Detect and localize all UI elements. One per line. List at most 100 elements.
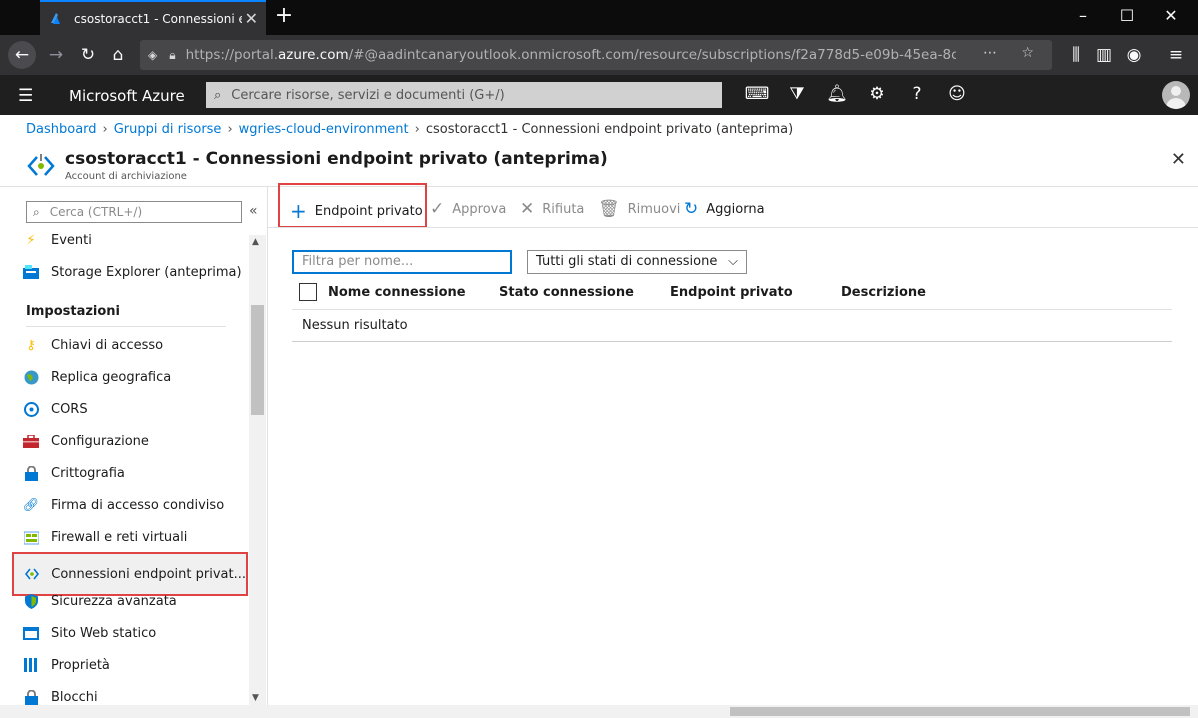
home-icon[interactable]: ⌂: [104, 41, 132, 69]
reject-button[interactable]: ✕ Rifiuta: [520, 199, 584, 219]
azure-favicon-icon: [51, 12, 60, 24]
table-row-divider: [292, 341, 1172, 342]
lock-icon: [22, 465, 40, 481]
sidebar-toggle-icon[interactable]: ▥: [1090, 41, 1118, 69]
minimize-icon[interactable]: –: [1068, 6, 1098, 25]
brand-title[interactable]: Microsoft Azure: [69, 87, 185, 105]
page-title: csostoracct1 - Connessioni endpoint priv…: [65, 149, 608, 169]
menu-scrollbar[interactable]: ▲ ▼: [249, 235, 266, 705]
tab-title: csostoracct1 - Connessioni endpoint priv…: [74, 11, 242, 26]
lightning-icon: ⚡︎: [26, 232, 36, 248]
tracking-shield-icon[interactable]: ◈: [148, 48, 157, 62]
help-icon[interactable]: ?: [904, 84, 930, 104]
sidebar-item-encryption[interactable]: Crittografia: [22, 462, 125, 484]
user-avatar[interactable]: [1162, 81, 1190, 109]
settings-gear-icon[interactable]: ⚙: [864, 84, 890, 104]
approve-label: Approva: [452, 201, 507, 217]
new-tab-icon[interactable]: +: [272, 4, 296, 28]
collapse-menu-icon[interactable]: «: [249, 203, 258, 219]
global-search-input[interactable]: ⌕ Cercare risorse, servizi e documenti (…: [206, 82, 722, 108]
page-actions-icon[interactable]: ⋯ ☆: [983, 45, 1044, 61]
link-icon: 🔗︎: [22, 497, 40, 513]
scroll-down-icon[interactable]: ▼: [252, 693, 259, 703]
sidebar-item-label: Chiavi di accesso: [51, 337, 164, 353]
sidebar-item-geo-replication[interactable]: Replica geografica: [22, 366, 171, 388]
column-header-description[interactable]: Descrizione: [841, 285, 926, 300]
breadcrumb-separator-icon: ›: [102, 122, 108, 137]
portal-menu-icon[interactable]: ☰: [18, 86, 33, 106]
sidebar-item-storage-explorer[interactable]: Storage Explorer (anteprima): [22, 261, 242, 283]
sidebar-item-locks[interactable]: Blocchi: [22, 686, 98, 705]
window-close-icon[interactable]: ✕: [1156, 6, 1186, 25]
breadcrumb: Dashboard › Gruppi di risorse › wgries-cloud…: [26, 122, 793, 137]
notifications-icon[interactable]: 🔔︎: [824, 84, 850, 104]
back-icon[interactable]: ←: [8, 41, 36, 69]
directory-filter-icon[interactable]: ⧩: [784, 84, 810, 104]
forward-icon[interactable]: →: [42, 41, 70, 69]
table-header: Nome connessione Stato connessione Endpo…: [292, 280, 1172, 310]
library-icon[interactable]: ⫼: [1062, 41, 1090, 69]
remove-label: Rimuovi: [627, 201, 681, 217]
column-header-private-endpoint[interactable]: Endpoint privato: [670, 285, 793, 300]
tab-close-icon[interactable]: ✕: [245, 9, 258, 28]
sidebar-item-cors[interactable]: CORS: [22, 398, 88, 420]
sidebar-item-label: Proprietà: [51, 657, 110, 673]
checkmark-icon: ✓: [430, 199, 445, 219]
maximize-icon[interactable]: ☐: [1112, 6, 1142, 25]
feedback-smiley-icon[interactable]: ☺: [944, 84, 970, 104]
breadcrumb-resource-group[interactable]: wgries-cloud-environment: [239, 122, 409, 137]
sidebar-item-configuration[interactable]: Configurazione: [22, 430, 149, 452]
reject-label: Rifiuta: [542, 201, 585, 217]
select-all-checkbox[interactable]: [299, 283, 317, 301]
column-header-connection-state[interactable]: Stato connessione: [499, 285, 634, 300]
sidebar-item-shared-access-signature[interactable]: 🔗︎ Firma di accesso condiviso: [22, 494, 224, 516]
sidebar-item-access-keys[interactable]: ⚷ Chiavi di accesso: [22, 334, 163, 356]
horizontal-scrollbar-thumb[interactable]: [730, 707, 1190, 716]
sidebar-item-label: Replica geografica: [51, 369, 172, 385]
page-subtitle: Account di archiviazione: [65, 171, 187, 182]
add-button-highlight: [278, 183, 427, 228]
url-bar[interactable]: ◈ 🔒︎ https://portal.azure.com/#@aadintca…: [140, 40, 1052, 70]
cloud-shell-icon[interactable]: ⌨: [744, 84, 770, 104]
refresh-icon: ↻: [684, 199, 699, 219]
sidebar-item-static-website[interactable]: Sito Web statico: [22, 622, 156, 644]
remove-button[interactable]: 🗑︎ Rimuovi: [598, 199, 680, 219]
section-divider: [26, 326, 226, 327]
approve-button[interactable]: ✓ Approva: [430, 199, 506, 219]
page-root: csostoracct1 - Connessioni endpoint priv…: [0, 0, 1198, 718]
breadcrumb-current: csostoracct1 - Connessioni endpoint priv…: [425, 122, 794, 137]
padlock-icon[interactable]: 🔒︎: [169, 48, 175, 63]
sidebar-item-label: Storage Explorer (anteprima): [51, 264, 242, 280]
sidebar-item-advanced-security[interactable]: Sicurezza avanzata: [22, 590, 177, 612]
sidebar-item-properties[interactable]: Proprietà: [22, 654, 110, 676]
close-blade-icon[interactable]: ✕: [1171, 149, 1186, 170]
empty-table-message: Nessun risultato: [302, 318, 408, 333]
scroll-up-icon[interactable]: ▲: [252, 237, 259, 247]
refresh-label: Aggiorna: [706, 201, 765, 217]
browser-menu-icon[interactable]: ≡: [1162, 41, 1190, 69]
lock-icon: [22, 689, 40, 705]
blade-header: csostoracct1 - Connessioni endpoint priv…: [0, 143, 1198, 187]
page-horizontal-scrollbar[interactable]: [0, 705, 1198, 718]
sidebar-item-label: CORS: [51, 401, 88, 417]
browser-tab[interactable]: csostoracct1 - Connessioni endpoint priv…: [40, 0, 266, 35]
breadcrumb-resource-groups[interactable]: Gruppi di risorse: [114, 122, 222, 137]
breadcrumb-dashboard[interactable]: Dashboard: [26, 122, 97, 137]
azure-top-bar: ☰ Microsoft Azure ⌕ Cercare risorse, ser…: [0, 75, 1198, 115]
sidebar-item-events[interactable]: ⚡︎ Eventi: [22, 229, 91, 251]
menu-search-input[interactable]: ⌕ Cerca (CTRL+/): [26, 201, 242, 223]
column-header-connection-name[interactable]: Nome connessione: [328, 285, 466, 300]
sidebar-item-label: Firewall e reti virtuali: [51, 529, 188, 545]
sidebar-item-firewall[interactable]: Firewall e reti virtuali: [22, 526, 187, 548]
menu-scrollbar-thumb[interactable]: [251, 305, 264, 415]
firewall-icon: [22, 529, 40, 545]
sidebar-item-label: Configurazione: [51, 433, 149, 449]
name-filter-input[interactable]: Filtra per nome...: [292, 250, 512, 274]
reload-icon[interactable]: ↻: [74, 41, 102, 69]
trash-icon: 🗑︎: [598, 199, 620, 219]
browser-tab-bar: csostoracct1 - Connessioni endpoint priv…: [0, 0, 1198, 35]
refresh-button[interactable]: ↻ Aggiorna: [684, 199, 765, 219]
account-icon[interactable]: ◉: [1120, 41, 1148, 69]
globe-icon: [22, 369, 40, 385]
status-filter-dropdown[interactable]: Tutti gli stati di connessione ⌵: [527, 250, 747, 274]
